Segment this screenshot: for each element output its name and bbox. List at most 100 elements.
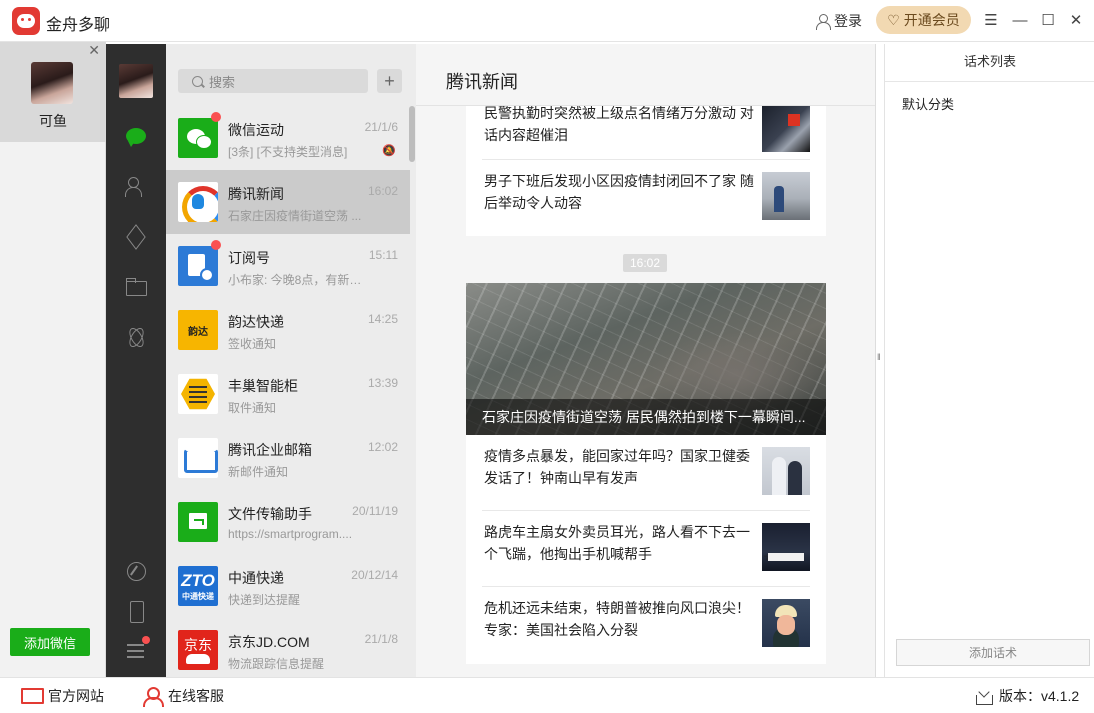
account-name: 可鱼 — [39, 113, 67, 129]
chat-item-qq-mail[interactable]: 腾讯企业邮箱 12:02 新邮件通知 — [166, 426, 410, 490]
yunda-icon: 韵达 — [178, 310, 218, 350]
vip-label: 开通会员 — [903, 12, 960, 28]
mute-icon: 🔕 — [382, 145, 396, 157]
scripts-panel: 话术列表 默认分类 添加话术 — [884, 44, 1094, 677]
folder-icon[interactable] — [125, 276, 147, 298]
chat-item-preview: https://smartprogram.... — [228, 527, 353, 541]
notification-dot — [142, 636, 150, 644]
chat-item-time: 15:11 — [368, 248, 398, 262]
phone-icon[interactable] — [125, 600, 147, 623]
app-logo-icon — [12, 7, 40, 35]
nav-avatar[interactable] — [119, 64, 153, 98]
atom-icon[interactable] — [125, 326, 147, 348]
cube-icon[interactable] — [125, 226, 147, 248]
zto-logo-text: ZTO — [181, 571, 215, 590]
zto-icon: ZTO 中通快递 — [178, 566, 218, 606]
vip-button[interactable]: ♡ 开通会员 — [876, 6, 971, 34]
account-close-icon[interactable]: ✕ — [88, 42, 100, 59]
subscription-icon — [178, 246, 218, 286]
scripts-category-default[interactable]: 默认分类 — [902, 94, 954, 113]
chat-item-yunda[interactable]: 韵达 韵达快递 14:25 签收通知 — [166, 298, 410, 362]
news-item[interactable]: 疫情多点暴发，能回家过年吗？国家卫健委发话了！钟南山早有发声 — [482, 435, 810, 511]
panel-splitter-handle[interactable]: ‖ — [877, 352, 881, 362]
minimize-icon[interactable]: — — [1010, 10, 1030, 30]
chat-item-preview: 小布家: 今晚8点，有新。... — [228, 273, 368, 287]
jd-icon: 京东 — [178, 630, 218, 670]
user-icon — [815, 13, 831, 30]
chat-icon[interactable] — [125, 126, 147, 148]
app-window: 金舟多聊 登录 ♡ 开通会员 ☰ — ☐ ✕ ✕ 可鱼 添加微信 搜索 + 微信… — [0, 0, 1094, 713]
news-thumbnail — [762, 599, 810, 647]
version-info[interactable]: 版本：v4.1.2 — [975, 686, 1079, 706]
service-label: 在线客服 — [168, 688, 224, 704]
search-icon — [192, 75, 203, 87]
title-bar: 金舟多聊 登录 ♡ 开通会员 ☰ — ☐ ✕ — [0, 0, 1094, 42]
chat-item-jd[interactable]: 京东 京东JD.COM 21/1/8 物流跟踪信息提醒 — [166, 618, 410, 677]
news-item-title: 民警执勤时突然被上级点名情绪万分激动 对话内容超催泪 — [484, 105, 754, 143]
add-wechat-button[interactable]: 添加微信 — [10, 628, 90, 656]
message-timestamp: 16:02 — [623, 254, 667, 272]
login-label: 登录 — [834, 13, 862, 29]
news-thumbnail — [762, 447, 810, 495]
close-icon[interactable]: ✕ — [1066, 10, 1086, 30]
contacts-icon[interactable] — [125, 176, 147, 198]
wechat-sport-icon — [178, 118, 218, 158]
chat-item-time: 20/11/19 — [352, 504, 398, 518]
news-card: 民警执勤时突然被上级点名情绪万分激动 对话内容超催泪 男子下班后发现小区因疫情封… — [466, 84, 826, 236]
chat-item-preview: 石家庄因疫情街道空荡 ... — [228, 209, 362, 223]
chat-list-scrollbar[interactable] — [409, 106, 415, 162]
chat-item-fengchao[interactable]: 丰巢智能柜 13:39 取件通知 — [166, 362, 410, 426]
chat-list: 搜索 + 微信运动 21/1/6 [3条] [不支持类型消息] 🔕 腾讯新闻 1… — [166, 44, 416, 677]
menu-icon[interactable]: ☰ — [981, 10, 1001, 30]
chat-item-title: 中通快递 — [228, 570, 284, 586]
news-item[interactable]: 男子下班后发现小区因疫情封闭回不了家 随后举动令人动容 — [482, 160, 810, 236]
chat-item-file-transfer[interactable]: 文件传输助手 20/11/19 https://smartprogram.... — [166, 490, 410, 554]
chat-item-zto[interactable]: ZTO 中通快递 中通快递 20/12/14 快递到达提醒 — [166, 554, 410, 618]
chat-item-subscriptions[interactable]: 订阅号 15:11 小布家: 今晚8点，有新。... — [166, 234, 410, 298]
unread-dot — [211, 240, 221, 250]
news-hero-caption: 石家庄因疫情街道空荡 居民偶然拍到楼下一幕瞬间... — [466, 399, 826, 435]
chat-item-title: 京东JD.COM — [228, 634, 310, 650]
jd-logo-text: 京东 — [184, 637, 212, 653]
account-avatar — [31, 62, 73, 104]
news-thumbnail — [762, 172, 810, 220]
file-transfer-icon — [178, 502, 218, 542]
chat-item-preview: 物流跟踪信息提醒 — [228, 657, 325, 671]
chat-item-time: 20/12/14 — [351, 568, 398, 582]
account-item[interactable]: ✕ 可鱼 — [0, 42, 106, 142]
chat-item-preview: 新邮件通知 — [228, 465, 289, 479]
news-item[interactable]: 危机还远未结束，特朗普被推向风口浪尖！专家：美国社会陷入分裂 — [482, 587, 810, 663]
news-item-title: 疫情多点暴发，能回家过年吗？国家卫健委发话了！钟南山早有发声 — [484, 448, 750, 486]
news-item-title: 男子下班后发现小区因疫情封闭回不了家 随后举动令人动容 — [484, 173, 754, 211]
chat-item-title: 丰巢智能柜 — [228, 378, 298, 394]
news-thumbnail: "路虎车主"打人 — [762, 523, 810, 571]
jd-logo-mark — [186, 654, 210, 664]
news-thumbnail-label: "路虎车主"打人 — [764, 556, 805, 562]
conversation-panel: 腾讯新闻 民警执勤时突然被上级点名情绪万分激动 对话内容超催泪 男子下班后发现小… — [416, 44, 876, 677]
news-item-title: 危机还远未结束，特朗普被推向风口浪尖！专家：美国社会陷入分裂 — [484, 600, 750, 638]
app-title: 金舟多聊 — [46, 17, 111, 34]
chat-item-tencent-news[interactable]: 腾讯新闻 16:02 石家庄因疫情街道空荡 ... — [166, 170, 410, 234]
chat-item-title: 订阅号 — [228, 250, 270, 266]
download-icon — [975, 687, 993, 705]
website-link[interactable]: 官方网站 — [20, 686, 104, 706]
search-input[interactable]: 搜索 — [209, 72, 235, 91]
online-service-link[interactable]: 在线客服 — [142, 686, 224, 707]
add-chat-button[interactable]: + — [377, 69, 402, 93]
diamond-icon: ♡ — [887, 11, 900, 28]
chat-item-time: 14:25 — [367, 312, 398, 326]
search-box[interactable]: 搜索 — [178, 69, 368, 93]
mini-program-icon[interactable] — [125, 560, 147, 582]
chat-item-title: 微信运动 — [228, 122, 284, 138]
scripts-title: 话术列表 — [885, 44, 1094, 82]
maximize-icon[interactable]: ☐ — [1038, 10, 1058, 30]
add-script-button[interactable]: 添加话术 — [896, 639, 1090, 666]
login-button[interactable]: 登录 — [815, 11, 862, 31]
customer-service-icon — [142, 686, 164, 707]
chat-item-title: 文件传输助手 — [228, 506, 312, 522]
chat-item-wechat-sport[interactable]: 微信运动 21/1/6 [3条] [不支持类型消息] 🔕 — [166, 106, 410, 170]
news-item[interactable]: 路虎车主扇女外卖员耳光，路人看不下去一个飞踹，他掏出手机喊帮手 "路虎车主"打人 — [482, 511, 810, 587]
news-item-title: 路虎车主扇女外卖员耳光，路人看不下去一个飞踹，他掏出手机喊帮手 — [484, 524, 750, 562]
news-hero-image[interactable]: 石家庄因疫情街道空荡 居民偶然拍到楼下一幕瞬间... — [466, 283, 826, 435]
chat-item-time: 16:02 — [367, 184, 398, 198]
